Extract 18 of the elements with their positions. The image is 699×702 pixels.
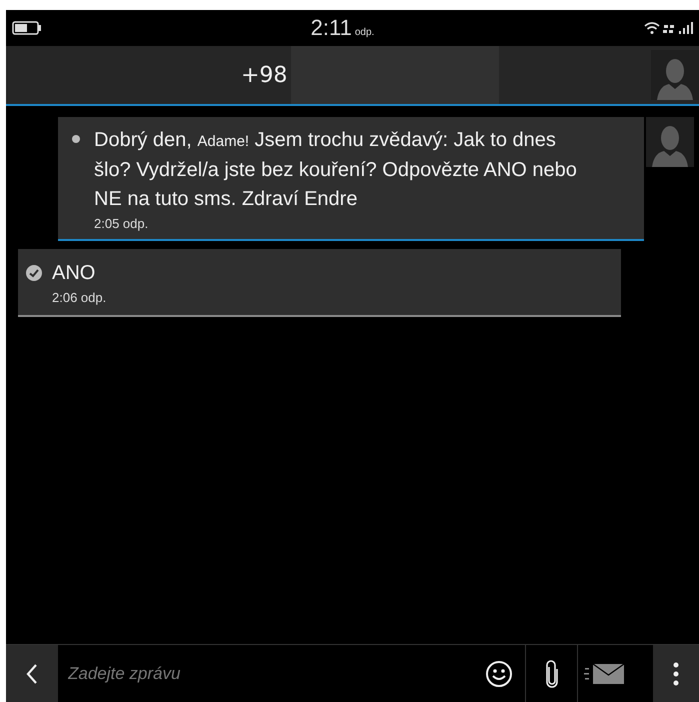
more-icon xyxy=(673,662,679,686)
contact-number: +98 xyxy=(241,62,288,88)
more-button[interactable] xyxy=(653,645,699,702)
message-text: ANO xyxy=(52,261,96,286)
signal-icons xyxy=(643,21,695,35)
message-time: 2:06 odp. xyxy=(52,290,108,305)
battery-icon xyxy=(12,21,42,35)
message-time: 2:05 odp. xyxy=(94,216,150,231)
smiley-icon xyxy=(485,660,513,688)
chevron-left-icon xyxy=(26,662,38,684)
person-icon xyxy=(655,56,695,100)
clock-time: 2:11 xyxy=(310,15,352,41)
paperclip-icon xyxy=(544,658,558,688)
message-text: Dobrý den, Adame! Jsem trochu zvědavý: Jak to dnes šlo? Vydržel/a jste bez kouření? Odpovězte ANO nebo NE na tuto sms. Zdraví Endre xyxy=(94,128,578,212)
envelope-icon xyxy=(582,662,624,686)
clock-period: odp. xyxy=(354,27,374,38)
person-icon xyxy=(650,123,690,167)
contact-avatar[interactable] xyxy=(651,50,699,100)
